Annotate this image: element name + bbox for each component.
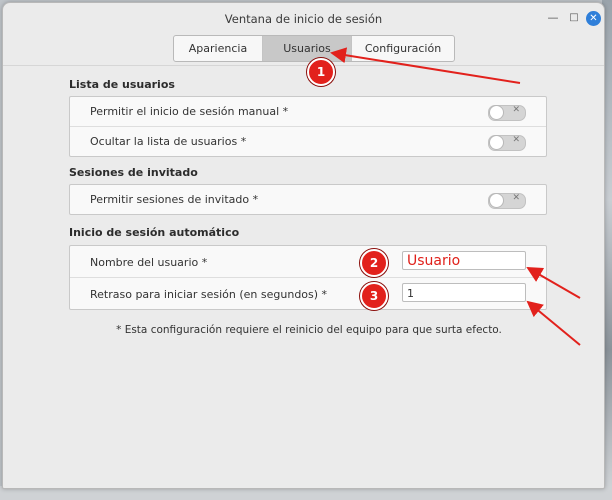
arrow-to-user-field: [526, 267, 581, 299]
annotation-badge-3: 3: [360, 282, 388, 310]
annotation-arrows: [330, 47, 581, 346]
annotation-badge-1: 1: [307, 58, 335, 86]
arrow-to-users-tab: [330, 47, 521, 84]
arrow-to-delay-field: [526, 300, 581, 346]
annotation-badge-2: 2: [360, 249, 388, 277]
